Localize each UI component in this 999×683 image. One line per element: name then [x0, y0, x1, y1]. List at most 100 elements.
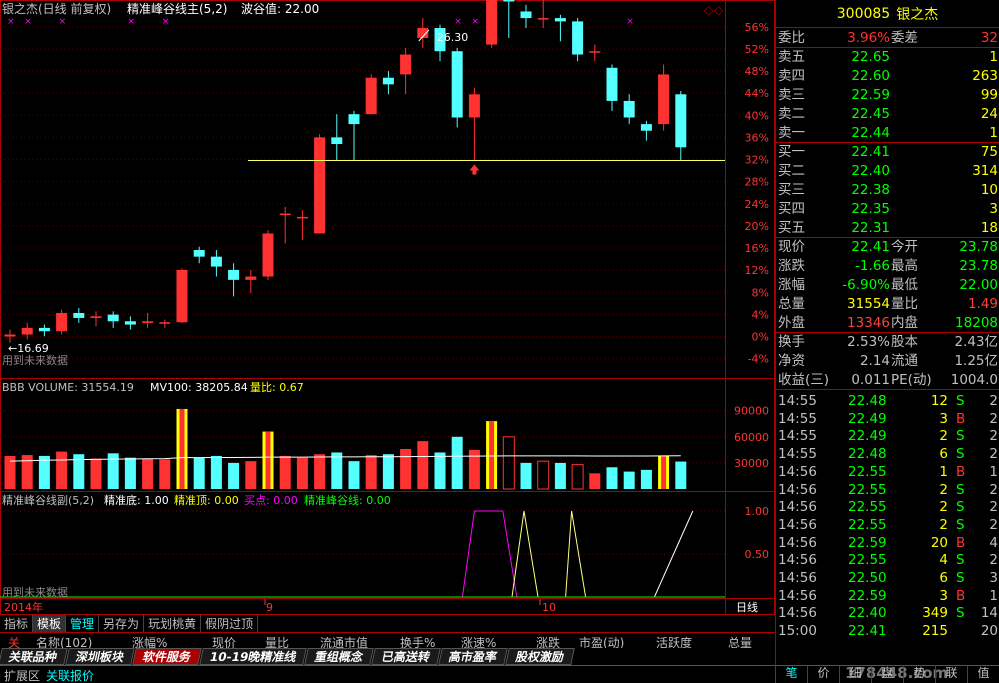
candle-body [21, 327, 33, 335]
volume-bar [159, 459, 171, 489]
count: 1 [989, 463, 998, 480]
tick-row: 14:55 22.48 6 S 2 [776, 445, 999, 463]
volume-tick-label: 90000 [734, 405, 769, 418]
count: 4 [989, 534, 998, 551]
sector-tab[interactable]: 10-19晚精准线 [199, 648, 308, 665]
candle-body [262, 233, 274, 277]
label: 外盘 [778, 315, 805, 331]
volume: 24 [980, 106, 998, 122]
value: 1004.0 [950, 372, 998, 388]
y-tick-label: 8% [752, 286, 769, 299]
panel-tab[interactable]: 细 [839, 665, 871, 683]
label: 股本 [891, 334, 918, 350]
sector-tab[interactable]: 深圳板块 [65, 648, 135, 665]
y-tick-label: 56% [745, 21, 769, 34]
toolbar-item[interactable]: 另存为 [99, 615, 145, 632]
count: 2 [989, 393, 998, 409]
volume-bar [245, 461, 257, 489]
panel-tab[interactable]: 盘 [871, 665, 903, 683]
label: 现价 [778, 239, 805, 255]
bid-row: 买一 22.41 75 [776, 143, 999, 161]
sector-tab[interactable]: 重组概念 [304, 648, 375, 665]
x-tick-label: 10 [542, 601, 556, 614]
price: 22.35 [851, 201, 890, 217]
panel-tab[interactable]: 笔 [775, 665, 807, 683]
candle-body [142, 321, 154, 323]
side: B [956, 587, 966, 604]
volume: 2 [939, 481, 948, 498]
candle-body [606, 67, 618, 101]
volume-bar [38, 455, 50, 489]
time: 14:56 [778, 499, 817, 516]
ask-row: 卖二 22.45 24 [776, 105, 999, 123]
toolbar-item[interactable]: 玩划桃黄 [144, 615, 202, 632]
candle-body [365, 77, 377, 115]
price: 22.41 [851, 144, 890, 160]
volume-bar [279, 455, 291, 489]
sector-tab[interactable]: 股权激励 [505, 648, 576, 665]
stock-header: 300085 银之杰 [776, 0, 999, 28]
volume-bar [228, 462, 240, 489]
wave-value-label: 波谷值: 22.00 [241, 1, 319, 16]
sector-tab[interactable]: 高市盈率 [438, 648, 509, 665]
panel-tab[interactable]: 价 [807, 665, 839, 683]
label: 内盘 [891, 315, 918, 331]
time: 14:56 [778, 534, 817, 551]
volume-bar [675, 461, 687, 489]
candle-body [675, 94, 687, 148]
toolbar-item[interactable]: 指标 [0, 615, 34, 632]
toolbar-item[interactable]: 假阴过顶 [201, 615, 259, 632]
price: 22.38 [851, 182, 890, 198]
sector-tab[interactable]: 软件服务 [132, 648, 202, 665]
y-tick-label: -4% [748, 353, 769, 366]
indicator-label: 精准峰谷线主(5,2) [127, 2, 227, 16]
y-tick-label: 28% [745, 176, 769, 189]
panel-tab[interactable]: 值 [967, 665, 999, 683]
panel-tab[interactable]: 联 [935, 665, 967, 683]
count: 14 [980, 605, 998, 622]
side: B [956, 463, 966, 480]
label: 流通 [891, 353, 918, 369]
label: 换手 [778, 334, 805, 350]
candle-body [210, 256, 222, 267]
volume-bar [520, 462, 532, 489]
toolbar-item[interactable]: 模板 [33, 615, 67, 632]
price: 22.40 [851, 163, 890, 179]
stock-name: 银之杰 [896, 6, 939, 23]
volume: 314 [972, 163, 998, 179]
price: 22.49 [848, 410, 887, 427]
side: S [956, 446, 965, 463]
sector-tab[interactable]: 已高送转 [371, 648, 442, 665]
label: 买一 [778, 144, 805, 160]
tick-row: 14:55 22.48 12 S 2 [776, 392, 999, 410]
candle-body [400, 54, 412, 75]
price: 22.41 [848, 623, 887, 640]
label: 买二 [778, 163, 805, 179]
candle-body [228, 269, 240, 280]
volume: 215 [922, 623, 948, 640]
side: B [956, 534, 966, 551]
related-quote-tab[interactable]: 关联报价 [46, 667, 94, 683]
stat-row: 换手 2.53% 股本 2.43亿 [776, 333, 999, 351]
label: 卖四 [778, 68, 805, 84]
time: 14:55 [778, 428, 817, 445]
volume-bar [640, 469, 652, 489]
x-marker: × [24, 17, 32, 27]
panel-tab[interactable]: 势 [903, 665, 935, 683]
candle-body [314, 137, 326, 234]
value: 31554 [847, 296, 890, 312]
time: 14:56 [778, 481, 817, 498]
toolbar-item[interactable]: 管理 [66, 615, 100, 632]
sector-tab[interactable]: 关联品种 [0, 648, 68, 665]
expand-area-tab[interactable]: 扩展区 [4, 667, 40, 683]
tick-row: 14:56 22.59 20 B 4 [776, 534, 999, 552]
count: 2 [989, 410, 998, 427]
tick-row: 14:56 22.59 3 B 1 [776, 587, 999, 605]
x-marker: × [127, 17, 135, 27]
value: -1.66 [855, 258, 890, 274]
y-tick-label: 32% [745, 154, 769, 167]
price: 22.59 [848, 534, 887, 551]
volume-bar [589, 473, 601, 489]
volume-bar [90, 458, 102, 489]
side: B [956, 410, 966, 427]
